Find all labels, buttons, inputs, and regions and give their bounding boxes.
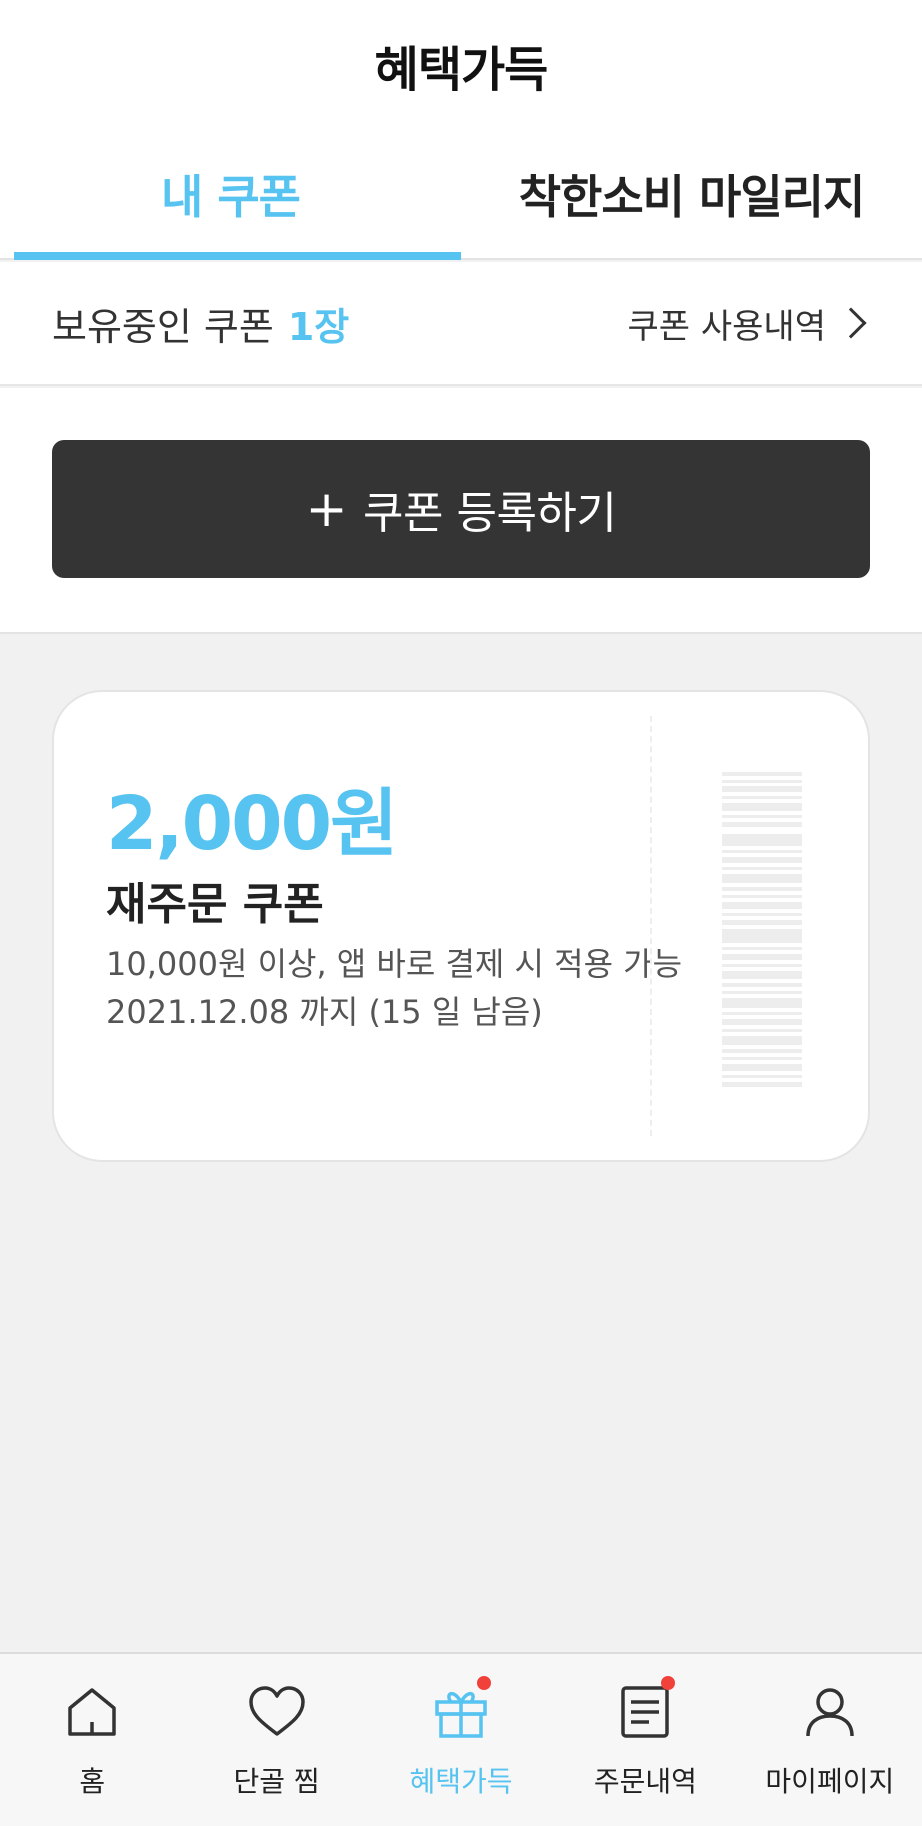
notification-badge <box>476 1676 491 1690</box>
tab-mileage[interactable]: 착한소비 마일리지 <box>461 130 922 258</box>
register-area: + 쿠폰 등록하기 <box>0 388 922 634</box>
coupon-count-value: 1장 <box>287 304 350 349</box>
coupon-condition: 10,000원 이상, 앱 바로 결제 시 적용 가능 <box>106 945 683 983</box>
register-coupon-label: 쿠폰 등록하기 <box>363 488 617 539</box>
coupon-divider <box>650 716 652 1136</box>
heart-icon <box>248 1686 305 1736</box>
coupon-expiry: 2021.12.08 까지 (15 일 남음) <box>106 993 543 1031</box>
plus-icon: + <box>305 480 348 538</box>
nav-label-orders: 주문내역 <box>593 1765 697 1798</box>
nav-item-benefits[interactable]: 혜택가득 <box>369 1654 553 1826</box>
nav-label-mypage: 마이페이지 <box>765 1765 895 1798</box>
nav-item-orders[interactable]: 주문내역 <box>553 1654 737 1826</box>
coupon-count-label: 보유중인 쿠폰 <box>52 304 274 349</box>
bottom-nav: 홈 단골 찜 혜택가득 주문내역 마이페이지 <box>0 1652 922 1826</box>
nav-item-home[interactable]: 홈 <box>0 1654 184 1826</box>
benefits-page: 혜택가득 내 쿠폰 착한소비 마일리지 보유중인 쿠폰 1장 쿠폰 사용내역 +… <box>0 0 922 1826</box>
person-icon <box>806 1688 854 1737</box>
barcode-icon <box>722 772 802 1087</box>
coupon-amount: 2,000원 <box>106 781 398 867</box>
coupon-name: 재주문 쿠폰 <box>106 879 324 930</box>
tab-bar: 내 쿠폰 착한소비 마일리지 <box>0 130 922 260</box>
coupon-description: 10,000원 이상, 앱 바로 결제 시 적용 가능 2021.12.08 까… <box>106 940 682 1036</box>
header: 혜택가득 <box>0 0 922 130</box>
nav-label-home: 홈 <box>79 1765 106 1798</box>
nav-item-mypage[interactable]: 마이페이지 <box>738 1654 922 1826</box>
coupon-history-link[interactable]: 쿠폰 사용내역 <box>628 299 871 348</box>
coupon-card[interactable]: 2,000원 재주문 쿠폰 10,000원 이상, 앱 바로 결제 시 적용 가… <box>52 690 870 1162</box>
tab-my-coupons[interactable]: 내 쿠폰 <box>0 130 461 260</box>
register-coupon-button[interactable]: + 쿠폰 등록하기 <box>52 440 870 578</box>
nav-label-favorites: 단골 찜 <box>233 1765 320 1798</box>
coupon-history-label: 쿠폰 사용내역 <box>627 306 827 347</box>
gift-icon <box>435 1691 487 1738</box>
receipt-icon <box>621 1686 670 1738</box>
home-icon <box>68 1688 116 1736</box>
coupon-count: 보유중인 쿠폰 1장 <box>52 296 349 351</box>
nav-item-favorites[interactable]: 단골 찜 <box>184 1654 368 1826</box>
nav-label-benefits: 혜택가득 <box>409 1765 513 1798</box>
page-title: 혜택가득 <box>374 42 549 98</box>
chevron-right-icon <box>835 307 867 339</box>
coupon-count-row: 보유중인 쿠폰 1장 쿠폰 사용내역 <box>0 262 922 386</box>
